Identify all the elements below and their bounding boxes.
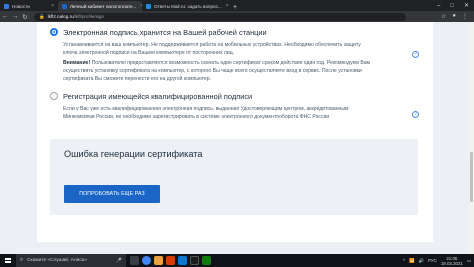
tab-title: Ответы Mail.ru: задать вопрос... bbox=[154, 3, 222, 9]
error-title: Ошибка генерации сертификата bbox=[64, 149, 203, 159]
option-register-desc-line1: Если у Вас уже есть квалифицированная эл… bbox=[63, 106, 349, 112]
tray-chevron-icon[interactable]: ^ bbox=[403, 258, 405, 263]
scrollbar-thumb[interactable] bbox=[470, 152, 473, 202]
tab-favicon-icon bbox=[62, 3, 67, 9]
warning-label: Внимание! bbox=[63, 60, 91, 66]
forward-icon[interactable]: → bbox=[10, 13, 20, 20]
taskbar-search[interactable]: ⌕ Скажите «Слушай, Алиса» 🎤 bbox=[16, 254, 126, 267]
close-window-icon[interactable]: ✕ bbox=[459, 2, 474, 9]
address-path: /lkfl/profile/sign bbox=[73, 14, 105, 19]
microphone-icon[interactable]: 🎤 bbox=[116, 258, 122, 264]
file-explorer-icon[interactable] bbox=[154, 256, 163, 265]
taskbar-apps bbox=[130, 256, 211, 265]
new-tab-button[interactable]: + bbox=[228, 4, 242, 11]
tab-title: Новости bbox=[12, 3, 30, 9]
close-tab-icon[interactable]: × bbox=[47, 3, 54, 9]
search-icon: ⌕ bbox=[20, 257, 24, 263]
lock-icon: 🔒 bbox=[39, 13, 45, 19]
option-workstation-warning-line3: сертификата Вы сможете перенести его на … bbox=[63, 76, 211, 82]
certificate-error-panel: Ошибка генерации сертификата ПОПРОБОВАТЬ… bbox=[50, 139, 418, 215]
browser-tab-strip: Новости × Личный кабинет налогоплате... … bbox=[0, 0, 474, 11]
app-icon[interactable] bbox=[190, 256, 199, 265]
option-workstation-desc-line2: ключа электронной подписи на Вашем компь… bbox=[63, 50, 235, 56]
store-icon[interactable] bbox=[178, 256, 187, 265]
tab-favicon-icon bbox=[4, 3, 9, 9]
network-icon[interactable]: 📶 bbox=[409, 258, 414, 264]
minimize-icon[interactable]: – bbox=[432, 3, 445, 9]
office-icon[interactable] bbox=[166, 256, 175, 265]
help-icon[interactable]: ? bbox=[412, 51, 419, 58]
tab-news[interactable]: Новости × bbox=[0, 1, 58, 11]
taskbar: ⌕ Скажите «Слушай, Алиса» 🎤 ^ 📶 🔊 РУС 21… bbox=[0, 254, 474, 267]
profile-icon[interactable]: ● bbox=[452, 13, 456, 20]
notifications-icon[interactable]: ▭ bbox=[467, 258, 471, 264]
tab-mail-answers[interactable]: Ответы Mail.ru: задать вопрос... × bbox=[142, 1, 228, 11]
toolbar-icons: ☆ ● ⋮ bbox=[441, 13, 468, 20]
option-register-desc-line2: Минкомсвязи России, ее необходимо зареги… bbox=[63, 114, 330, 120]
back-icon[interactable]: ← bbox=[0, 13, 10, 20]
tab-favicon-icon bbox=[146, 3, 151, 9]
maximize-icon[interactable]: □ bbox=[445, 3, 459, 9]
tab-nalog-cabinet[interactable]: Личный кабинет налогоплате... × bbox=[58, 1, 142, 11]
chrome-icon[interactable] bbox=[142, 256, 151, 265]
tab-title: Личный кабинет налогоплате... bbox=[70, 3, 137, 9]
option-workstation-warning-line2: осуществить установку сертификата на ком… bbox=[63, 68, 362, 74]
option-register-title[interactable]: Регистрация имеющейся квалифицированной … bbox=[63, 92, 252, 101]
option-workstation-desc-line1: Устанавливается на ваш компьютер. Не под… bbox=[63, 42, 361, 48]
clock-date: 19.03.2021 bbox=[440, 260, 463, 266]
menu-icon[interactable]: ⋮ bbox=[462, 13, 468, 20]
page-scrollbar[interactable] bbox=[469, 22, 474, 254]
system-tray: ^ 📶 🔊 РУС 21:05 19.03.2021 ▭ bbox=[403, 256, 474, 266]
volume-icon[interactable]: 🔊 bbox=[419, 258, 424, 264]
address-host: lkfl2.nalog.ru bbox=[47, 14, 74, 19]
option-workstation-warning-line1: Внимание! Пользователю предоставляется в… bbox=[63, 59, 370, 67]
keyboard-language[interactable]: РУС bbox=[428, 258, 437, 263]
window-controls: – □ ✕ bbox=[432, 0, 474, 11]
taskbar-search-placeholder: Скажите «Слушай, Алиса» bbox=[27, 258, 88, 263]
help-icon[interactable]: ? bbox=[412, 111, 419, 118]
clock[interactable]: 21:05 19.03.2021 bbox=[441, 256, 463, 266]
app-icon[interactable] bbox=[202, 256, 211, 265]
warning-text: Пользователю предоставляется возможность… bbox=[90, 60, 371, 66]
windows-start-icon[interactable] bbox=[0, 254, 16, 267]
star-icon[interactable]: ☆ bbox=[441, 13, 446, 20]
address-bar[interactable]: 🔒 lkfl2.nalog.ru/lkfl/profile/sign bbox=[34, 12, 406, 21]
option-workstation-title[interactable]: Электронная подпись хранится на Вашей ра… bbox=[63, 28, 267, 37]
task-view-icon[interactable] bbox=[130, 256, 139, 265]
radio-register-qualified-signature[interactable] bbox=[50, 92, 58, 100]
browser-toolbar: ← → ↻ 🔒 lkfl2.nalog.ru/lkfl/profile/sign… bbox=[0, 11, 474, 22]
page-viewport: Электронная подпись хранится на Вашей ра… bbox=[0, 22, 474, 254]
radio-workstation-signature[interactable] bbox=[50, 28, 58, 36]
reload-icon[interactable]: ↻ bbox=[20, 13, 30, 21]
retry-button[interactable]: ПОПРОБОВАТЬ ЕЩЕ РАЗ bbox=[64, 185, 160, 203]
